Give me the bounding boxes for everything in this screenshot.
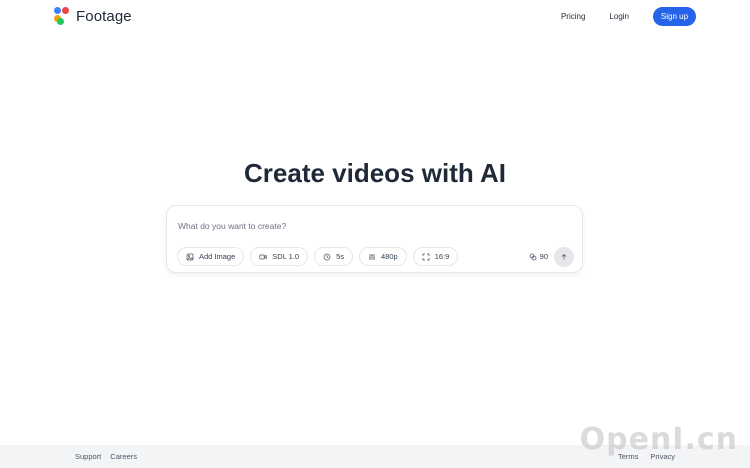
login-link[interactable]: Login	[609, 12, 629, 21]
prompt-toolbar: Add Image SDL 1.0 5s 480p 16:9	[177, 247, 459, 266]
footer-left-links: Support Careers	[75, 452, 137, 461]
coins-icon	[529, 253, 537, 260]
duration-label: 5s	[336, 252, 345, 261]
aspect-ratio-label: 16:9	[434, 252, 450, 261]
clock-icon	[323, 253, 331, 260]
careers-link[interactable]: Careers	[110, 452, 137, 461]
credits-count: 90	[539, 252, 548, 261]
site-header: Footage Pricing Login Sign up	[0, 0, 750, 34]
logo[interactable]: Footage	[54, 7, 132, 25]
video-camera-icon	[259, 254, 267, 259]
model-select[interactable]: SDL 1.0	[250, 247, 309, 266]
signup-button[interactable]: Sign up	[653, 7, 696, 26]
watermark: OpenI.cn	[579, 422, 738, 457]
support-link[interactable]: Support	[75, 452, 101, 461]
prompt-card: Add Image SDL 1.0 5s 480p 16:9 90	[166, 205, 583, 273]
prompt-input[interactable]	[178, 219, 558, 232]
credits-indicator: 90	[529, 252, 548, 261]
submit-button[interactable]	[554, 247, 574, 267]
aspect-ratio-select[interactable]: 16:9	[412, 247, 459, 266]
page-title: Create videos with AI	[244, 158, 506, 188]
sliders-icon	[369, 253, 375, 260]
expand-icon	[422, 253, 430, 260]
resolution-select[interactable]: 480p	[359, 247, 407, 266]
model-label: SDL 1.0	[272, 252, 300, 261]
pricing-link[interactable]: Pricing	[561, 12, 585, 21]
footage-logo-icon	[54, 7, 70, 25]
resolution-label: 480p	[381, 252, 398, 261]
logo-text: Footage	[76, 7, 132, 25]
add-image-button[interactable]: Add Image	[177, 247, 245, 266]
top-nav: Pricing Login Sign up	[561, 7, 696, 26]
add-image-label: Add Image	[199, 252, 236, 261]
arrow-up-icon	[561, 253, 567, 260]
image-icon	[186, 253, 194, 260]
duration-select[interactable]: 5s	[314, 247, 354, 266]
